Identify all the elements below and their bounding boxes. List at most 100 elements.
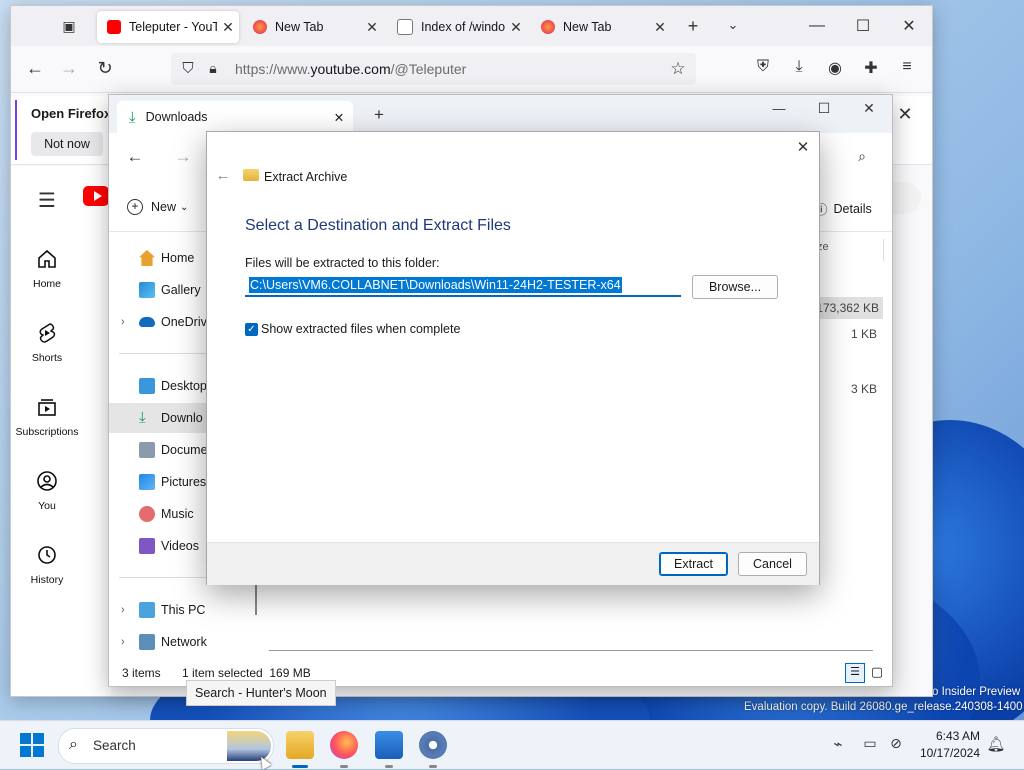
url-host: youtube.com (310, 61, 391, 77)
youtube-nav-you[interactable]: You (11, 470, 83, 512)
forward-arrow-icon[interactable]: → (59, 58, 79, 79)
nav-item-documents[interactable]: Docume (139, 439, 208, 461)
new-tab-plus-icon[interactable]: + (683, 16, 703, 37)
forward-arrow-icon[interactable]: → (173, 147, 193, 167)
taskbar-search-box[interactable]: ⌕ Search (58, 728, 274, 764)
close-dialog-icon[interactable]: ✕ (793, 138, 813, 156)
photos-taskbar-icon[interactable] (375, 731, 403, 759)
new-button[interactable]: + New ⌄ (127, 199, 188, 215)
expand-chevron-icon[interactable]: › (121, 316, 125, 328)
expand-chevron-icon[interactable]: › (121, 636, 125, 648)
back-arrow-icon[interactable]: ← (125, 147, 145, 167)
back-arrow-icon[interactable]: ← (25, 58, 45, 79)
you-icon (36, 470, 58, 492)
nav-item-onedrive[interactable]: › OneDriv (121, 311, 207, 333)
clock-time[interactable]: 6:43 AM (920, 729, 980, 743)
close-tab-icon[interactable]: ✕ (649, 19, 671, 36)
computer-icon (139, 602, 155, 618)
lock-icon[interactable]: 🔒︎ (205, 60, 221, 77)
list-tabs-chevron-icon[interactable]: ⌄ (723, 17, 743, 33)
notification-title: Open Firefox (31, 106, 112, 121)
close-tab-icon[interactable]: ✕ (325, 110, 353, 125)
url-text: https://www.youtube.com/@Teleputer (235, 61, 466, 77)
tab-new-tab-2[interactable]: New Tab ✕ (531, 11, 671, 43)
nav-label: Home (32, 278, 61, 290)
nav-item-desktop[interactable]: Desktop (139, 375, 207, 397)
reload-icon[interactable]: ↻ (95, 58, 115, 79)
start-button-windows-icon[interactable] (20, 733, 44, 757)
youtube-nav-shorts[interactable]: Shorts (11, 322, 83, 364)
chevron-down-icon: ⌄ (180, 201, 189, 213)
back-arrow-icon[interactable]: ← (213, 167, 233, 184)
new-tab-plus-icon[interactable]: + (369, 105, 389, 125)
nav-label: This PC (161, 603, 206, 617)
bookmark-star-icon[interactable]: ☆ (667, 59, 689, 79)
details-button[interactable]: ⓘ Details (815, 199, 872, 218)
menu-hamburger-icon[interactable]: ≡ (897, 58, 917, 76)
firefox-navigation-bar: ← → ↻ ⛉ 🔒︎ https://www.youtube.com/@Tele… (11, 46, 932, 93)
shield-icon[interactable]: ⛉ (179, 60, 197, 77)
network-disconnected-icon[interactable]: ⌁ (828, 735, 848, 753)
nav-label: Gallery (161, 283, 201, 297)
nav-item-music[interactable]: Music (139, 503, 194, 525)
display-icon[interactable]: ▭ (860, 735, 880, 752)
show-files-checkbox[interactable]: ✓ (245, 323, 258, 336)
expand-chevron-icon[interactable]: › (121, 604, 125, 616)
cancel-button[interactable]: Cancel (738, 552, 807, 576)
tab-index-of[interactable]: Index of /windo ✕ (387, 11, 527, 43)
extensions-icon[interactable]: ✚ (861, 58, 881, 78)
nav-label: Downlo (161, 411, 203, 425)
search-icon[interactable]: ⌕ (852, 148, 872, 165)
horizontal-scrollbar[interactable] (269, 650, 873, 651)
firefox-favicon-icon (541, 20, 555, 34)
account-icon[interactable]: ◉ (825, 58, 845, 78)
maximize-icon[interactable]: ☐ (814, 100, 834, 117)
close-window-icon[interactable]: ✕ (899, 16, 919, 36)
nav-item-network[interactable]: › Network (121, 631, 207, 653)
minimize-icon[interactable]: — (769, 101, 789, 116)
nav-label: Subscriptions (15, 426, 79, 438)
network-icon (139, 634, 155, 650)
nav-item-home[interactable]: Home (139, 247, 194, 269)
file-explorer-taskbar-icon[interactable] (286, 731, 314, 759)
nav-item-gallery[interactable]: Gallery (139, 279, 201, 301)
browse-button[interactable]: Browse... (692, 275, 778, 299)
tiles-view-icon[interactable]: ▢ (869, 664, 885, 680)
url-bar[interactable]: ⛉ 🔒︎ https://www.youtube.com/@Teleputer … (171, 53, 696, 85)
extract-button[interactable]: Extract (659, 552, 728, 576)
nav-item-videos[interactable]: Videos (139, 535, 199, 557)
close-tab-icon[interactable]: ✕ (505, 19, 527, 36)
nav-label: History (30, 574, 64, 586)
clock-date[interactable]: 10/17/2024 (910, 746, 980, 760)
nav-label: Desktop (161, 379, 207, 393)
destination-path-input[interactable]: C:\Users\VM6.COLLABNET\Downloads\Win11-2… (245, 275, 681, 297)
tab-new-tab-1[interactable]: New Tab ✕ (243, 11, 383, 43)
tab-manager-icon[interactable]: ▣ (59, 18, 79, 35)
file-size-cell[interactable]: 173,362 KB (809, 297, 883, 319)
gallery-icon (139, 282, 155, 298)
firefox-taskbar-icon[interactable] (330, 731, 358, 759)
explorer-tab-downloads[interactable]: ⤓ Downloads ✕ (117, 101, 353, 133)
pocket-icon[interactable]: ⛨ (753, 58, 773, 76)
nav-item-pictures[interactable]: Pictures (139, 471, 206, 493)
details-label: Details (833, 201, 872, 216)
notification-bell-icon[interactable]: 🔔︎ (986, 735, 1006, 753)
maximize-icon[interactable]: ☐ (853, 16, 873, 36)
tab-teleputer[interactable]: Teleputer - YouT ✕ (97, 11, 239, 43)
close-notification-icon[interactable]: ✕ (895, 104, 915, 125)
youtube-nav-history[interactable]: History (11, 544, 83, 586)
downloads-icon[interactable]: ⤓ (789, 58, 809, 76)
close-window-icon[interactable]: ✕ (859, 100, 879, 117)
settings-gear-taskbar-icon[interactable] (419, 731, 447, 759)
details-view-icon[interactable]: ☰ (845, 663, 865, 683)
close-tab-icon[interactable]: ✕ (361, 19, 383, 36)
youtube-nav-subscriptions[interactable]: Subscriptions (11, 396, 83, 438)
minimize-icon[interactable]: — (807, 17, 827, 35)
hamburger-menu-icon[interactable]: ☰ (35, 188, 59, 213)
nav-item-this-pc[interactable]: › This PC (121, 599, 206, 621)
not-now-button[interactable]: Not now (31, 132, 103, 156)
search-icon: ⌕ (69, 736, 78, 753)
close-tab-icon[interactable]: ✕ (217, 19, 239, 36)
volume-muted-icon[interactable]: ⊘ (886, 735, 906, 752)
youtube-nav-home[interactable]: Home (11, 248, 83, 290)
